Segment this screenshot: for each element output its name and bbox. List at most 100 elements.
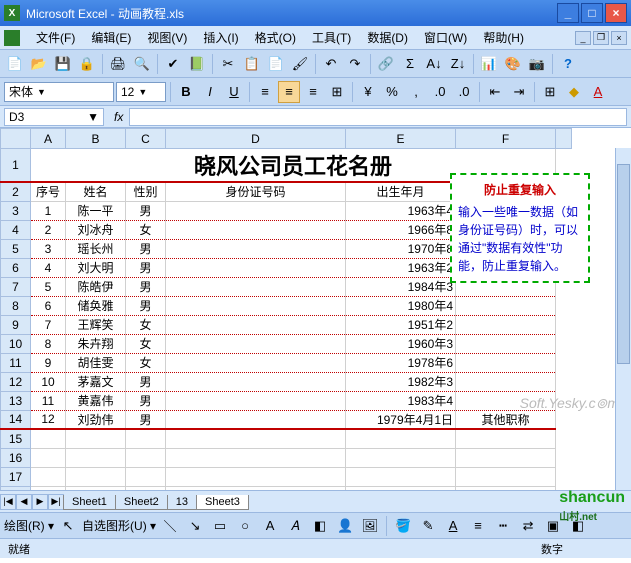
dec-indent-button[interactable]: ⇤ [484,81,506,103]
inc-decimal-button[interactable]: .0 [429,81,451,103]
cell[interactable]: 陈一平 [66,201,126,220]
merge-button[interactable]: ⊞ [326,81,348,103]
select-objects-button[interactable]: ↖ [57,515,79,537]
help-button[interactable]: ? [557,53,579,75]
cell[interactable]: 1963年2 [346,258,456,277]
cell[interactable]: 刘冰舟 [66,220,126,239]
tab-prev-button[interactable]: ◀ [16,494,32,510]
autoshapes-menu[interactable]: 自选图形(U) ▾ [82,517,156,534]
close-button[interactable]: × [605,3,627,23]
fx-button[interactable]: fx [108,110,129,124]
maximize-button[interactable]: □ [581,3,603,23]
arrow-button[interactable]: ↘ [184,515,206,537]
doc-restore-button[interactable]: ❐ [593,31,609,45]
doc-close-button[interactable]: × [611,31,627,45]
cell[interactable]: 1970年8 [346,239,456,258]
cell[interactable]: 1951年2 [346,315,456,334]
col-header[interactable]: D [166,129,346,149]
font-size-combo[interactable]: 12▼ [116,82,166,102]
menu-item[interactable]: 格式(O) [247,29,304,47]
cell[interactable] [166,296,346,315]
cell[interactable]: 1980年4 [346,296,456,315]
cell[interactable]: 1982年3 [346,372,456,391]
minimize-button[interactable]: _ [557,3,579,23]
menu-item[interactable]: 工具(T) [304,29,359,47]
print-button[interactable]: 🖨 [107,53,129,75]
cell[interactable]: 9 [31,353,66,372]
cell[interactable] [166,334,346,353]
align-right-button[interactable]: ≡ [302,81,324,103]
cell[interactable] [456,296,556,315]
cell[interactable]: 刘劲伟 [66,410,126,429]
cell[interactable]: 瑶长州 [66,239,126,258]
permission-button[interactable]: 🔒 [76,53,98,75]
dash-style-button[interactable]: ┅ [492,515,514,537]
tab-next-button[interactable]: ▶ [32,494,48,510]
cell[interactable]: 1 [31,201,66,220]
col-header[interactable]: C [126,129,166,149]
col-header[interactable]: F [456,129,556,149]
doc-icon[interactable] [4,30,20,46]
cell[interactable]: 男 [126,277,166,296]
col-header[interactable]: E [346,129,456,149]
cell[interactable]: 女 [126,315,166,334]
row-header[interactable]: 18 [1,486,31,490]
row-header[interactable]: 12 [1,372,31,391]
cell[interactable]: 1960年3 [346,334,456,353]
cell[interactable]: 其他职称 [456,410,556,429]
menu-item[interactable]: 插入(I) [195,29,246,47]
row-header[interactable]: 6 [1,258,31,277]
spell-button[interactable]: ✔ [162,53,184,75]
undo-button[interactable]: ↶ [320,53,342,75]
cell[interactable] [166,201,346,220]
row-header[interactable]: 8 [1,296,31,315]
name-box[interactable]: D3▼ [4,108,104,126]
cell[interactable] [166,372,346,391]
menu-item[interactable]: 视图(V) [139,29,195,47]
cell[interactable]: 1979年4月1日 [346,410,456,429]
cell[interactable] [456,353,556,372]
row-header[interactable]: 17 [1,467,31,486]
sum-button[interactable]: Σ [399,53,421,75]
align-center-button[interactable]: ≡ [278,81,300,103]
sheet-tab[interactable]: Sheet3 [196,495,249,510]
cell[interactable] [166,353,346,372]
oval-button[interactable]: ○ [234,515,256,537]
cell[interactable]: 1984年3 [346,277,456,296]
sort-desc-button[interactable]: Z↓ [447,53,469,75]
cell[interactable] [456,334,556,353]
cell[interactable]: 男 [126,258,166,277]
cell[interactable]: 女 [126,334,166,353]
cell[interactable]: 1983年4 [346,391,456,410]
tab-first-button[interactable]: |◀ [0,494,16,510]
cell[interactable] [166,239,346,258]
borders-button[interactable]: ⊞ [539,81,561,103]
preview-button[interactable]: 🔍 [131,53,153,75]
cell[interactable] [166,277,346,296]
comma-button[interactable]: , [405,81,427,103]
cell[interactable]: 男 [126,296,166,315]
cell[interactable]: 刘大明 [66,258,126,277]
fill-color-button[interactable]: ◆ [563,81,585,103]
cell[interactable]: 黄嘉伟 [66,391,126,410]
cell[interactable]: 8 [31,334,66,353]
row-header[interactable]: 11 [1,353,31,372]
cell[interactable] [166,391,346,410]
new-button[interactable]: 📄 [4,53,26,75]
inc-indent-button[interactable]: ⇥ [508,81,530,103]
cell[interactable] [456,315,556,334]
cell[interactable]: 茅嘉文 [66,372,126,391]
cell[interactable]: 2 [31,220,66,239]
sheet-tab[interactable]: Sheet2 [115,495,168,510]
hyperlink-button[interactable]: 🔗 [375,53,397,75]
col-header[interactable]: B [66,129,126,149]
row-header[interactable]: 9 [1,315,31,334]
italic-button[interactable]: I [199,81,221,103]
row-header[interactable]: 15 [1,429,31,448]
copy-button[interactable]: 📋 [241,53,263,75]
row-header[interactable]: 3 [1,201,31,220]
cell[interactable]: 10 [31,372,66,391]
format-painter-button[interactable]: 🖌 [289,53,311,75]
cell[interactable]: 王辉笑 [66,315,126,334]
cell[interactable]: 6 [31,296,66,315]
